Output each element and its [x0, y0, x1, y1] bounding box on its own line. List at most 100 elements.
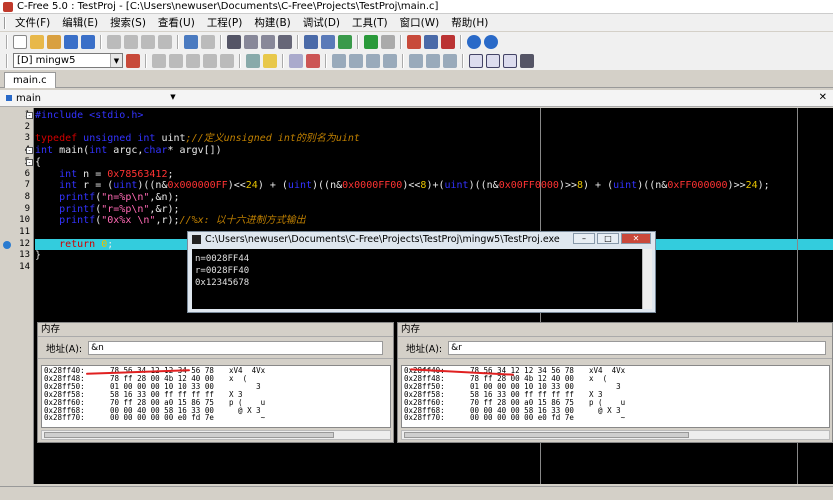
disassembly-icon[interactable] — [503, 53, 517, 68]
menu-project[interactable]: 工程(P) — [201, 15, 249, 30]
goto-icon[interactable] — [304, 34, 318, 49]
toolbar-separator — [357, 34, 359, 49]
open-folder-icon[interactable] — [30, 34, 44, 49]
memory-scrollbar[interactable] — [41, 430, 391, 440]
current-position-marker-icon[interactable] — [3, 240, 11, 249]
toolbar-separator — [325, 53, 327, 68]
debug-stop-icon[interactable] — [306, 53, 320, 68]
watch-icon[interactable] — [409, 53, 423, 68]
fold-toggle-icon[interactable]: - — [26, 147, 33, 155]
code-token: printf — [35, 215, 96, 227]
address-input[interactable]: &n — [88, 340, 384, 355]
open-project-icon[interactable] — [47, 34, 61, 49]
find-in-files-icon[interactable] — [278, 34, 292, 49]
run-to-cursor-icon[interactable] — [383, 53, 397, 68]
menu-bar: 文件(F) 编辑(E) 搜索(S) 查看(U) 工程(P) 构建(B) 调试(D… — [0, 14, 833, 31]
toolbar-grip — [6, 53, 8, 68]
code-token: )>> — [727, 180, 746, 192]
back-arrow-icon[interactable] — [364, 34, 378, 49]
memory-view-icon[interactable] — [469, 53, 483, 68]
redo-icon[interactable] — [201, 34, 215, 49]
menu-window[interactable]: 窗口(W) — [394, 15, 446, 30]
undo-icon[interactable] — [184, 34, 198, 49]
chevron-down-icon[interactable]: ▼ — [167, 91, 179, 104]
console-icon[interactable] — [520, 53, 534, 68]
close-button[interactable]: ✕ — [621, 233, 651, 244]
scrollbar-thumb[interactable] — [44, 432, 334, 438]
copy-icon[interactable] — [141, 34, 155, 49]
menu-debug[interactable]: 调试(D) — [297, 15, 346, 30]
compiler-select[interactable]: [D] mingw5 ▼ — [13, 53, 123, 68]
memory-scrollbar[interactable] — [401, 430, 830, 440]
code-token: int — [35, 168, 84, 180]
menu-tools[interactable]: 工具(T) — [346, 15, 394, 30]
line-gutter: 1234567891011121314--- — [0, 108, 34, 484]
percent-icon[interactable] — [321, 34, 335, 49]
step-out-icon[interactable] — [366, 53, 380, 68]
fold-toggle-icon[interactable]: - — [26, 112, 33, 119]
console-scrollbar[interactable] — [642, 249, 652, 309]
project-icon[interactable] — [246, 53, 260, 68]
memory-address-bar: 地址(A): &r — [398, 337, 832, 359]
step-over-icon[interactable] — [349, 53, 363, 68]
registers-icon[interactable] — [486, 53, 500, 68]
fold-toggle-icon[interactable]: - — [26, 158, 33, 166]
chevron-down-icon[interactable]: ▼ — [110, 54, 122, 67]
cut-icon[interactable] — [124, 34, 138, 49]
check-icon[interactable] — [338, 34, 352, 49]
memory-row: 0x28ff58: 58 16 33 00 ff ff ff ff X 3 — [44, 390, 388, 399]
find-next-icon[interactable] — [244, 34, 258, 49]
code-line: return 0; — [35, 239, 113, 251]
menu-file[interactable]: 文件(F) — [9, 15, 56, 30]
close-icon[interactable]: ✕ — [819, 92, 827, 103]
code-token: )((n& — [637, 180, 668, 192]
memory-hex-bytes: 00 00 00 00 00 e0 fd 7e — [470, 413, 574, 423]
scrollbar-thumb[interactable] — [404, 432, 689, 438]
save-icon[interactable] — [64, 34, 78, 49]
paste-icon[interactable] — [158, 34, 172, 49]
compile-icon[interactable] — [186, 53, 200, 68]
options-icon[interactable] — [263, 53, 277, 68]
call-stack-icon[interactable] — [443, 53, 457, 68]
menu-help[interactable]: 帮助(H) — [445, 15, 494, 30]
window-icon[interactable] — [407, 34, 421, 49]
menu-view[interactable]: 查看(U) — [152, 15, 201, 30]
compiler-settings-icon[interactable] — [126, 53, 140, 68]
stop-icon[interactable] — [169, 53, 183, 68]
menu-search[interactable]: 搜索(S) — [104, 15, 152, 30]
save-all-icon[interactable] — [81, 34, 95, 49]
breakpoints-icon[interactable] — [426, 53, 440, 68]
menu-build[interactable]: 构建(B) — [248, 15, 296, 30]
step-into-icon[interactable] — [332, 53, 346, 68]
function-select[interactable]: main ▼ — [3, 90, 179, 106]
run-icon[interactable] — [152, 53, 166, 68]
minimize-button[interactable]: – — [573, 233, 595, 244]
address-input[interactable]: &r — [448, 340, 827, 355]
print-icon[interactable] — [107, 34, 121, 49]
console-window[interactable]: C:\Users\newuser\Documents\C-Free\Projec… — [187, 231, 656, 313]
close-window-icon[interactable] — [441, 34, 455, 49]
code-token: #include <stdio.h> — [35, 110, 144, 121]
code-token: "0x%x \n" — [101, 215, 156, 227]
forward-arrow-icon[interactable] — [381, 34, 395, 49]
tab-main-c[interactable]: main.c — [4, 72, 56, 88]
menu-edit[interactable]: 编辑(E) — [56, 15, 104, 30]
memory-address: 0x28ff70: — [404, 413, 445, 423]
build-icon[interactable] — [203, 53, 217, 68]
layout-icon[interactable] — [424, 34, 438, 49]
info-icon[interactable] — [484, 34, 498, 49]
maximize-button[interactable]: □ — [597, 233, 619, 244]
code-token: ) + ( — [257, 180, 288, 192]
memory-row: 0x28ff68: 00 00 40 00 58 16 33 00 @ X 3 — [44, 406, 388, 415]
rebuild-icon[interactable] — [220, 53, 234, 68]
code-line: int r = (uint)((n&0x000000FF)<<24) + (ui… — [35, 180, 770, 192]
code-token: "n=%p\n" — [101, 191, 150, 203]
new-file-icon[interactable] — [13, 34, 27, 49]
memory-row: 0x28ff48: 78 ff 28 00 4b 12 40 00 x ( — [44, 375, 388, 383]
find-icon[interactable] — [227, 34, 241, 49]
help-icon[interactable] — [467, 34, 481, 49]
replace-icon[interactable] — [261, 34, 275, 49]
menu-grip — [4, 16, 6, 29]
toolbar-grip — [6, 34, 8, 49]
debug-start-icon[interactable] — [289, 53, 303, 68]
